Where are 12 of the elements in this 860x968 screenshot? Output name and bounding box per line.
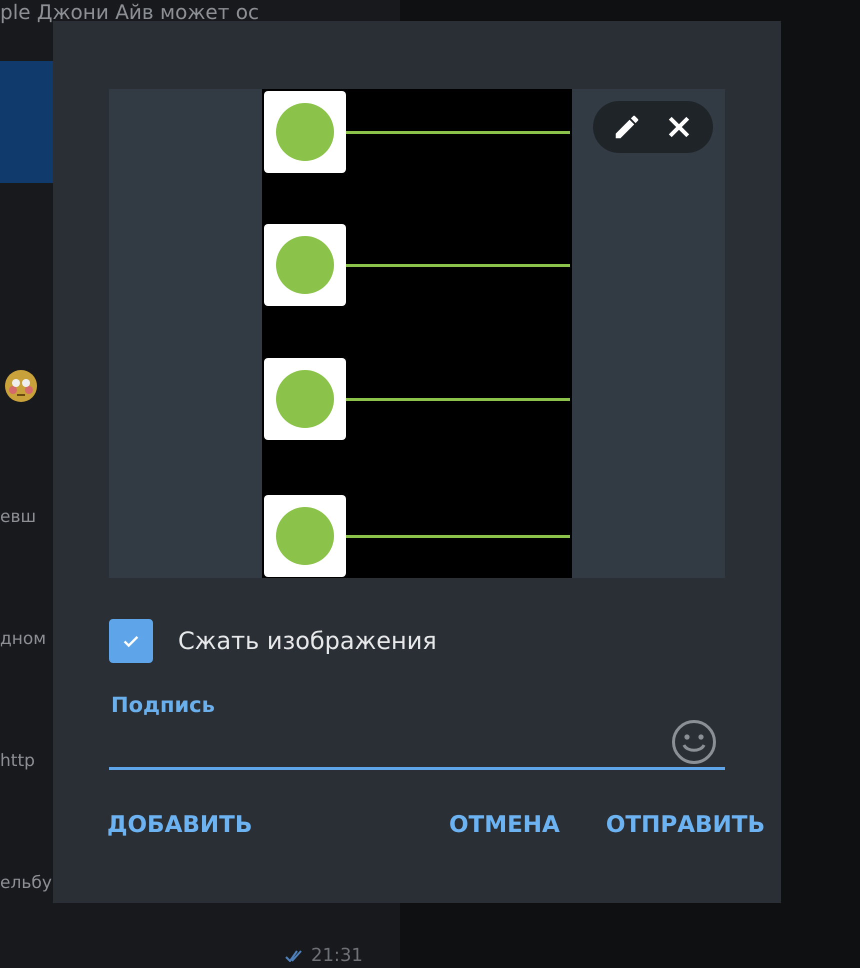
smiley-icon[interactable] <box>671 719 717 765</box>
checkbox-label: Сжать изображения <box>178 627 437 655</box>
message-preview: евш <box>0 507 36 527</box>
message-time: 21:31 <box>311 945 363 966</box>
dialog-button[interactable]: ДОБАВИТЬ <box>97 804 262 846</box>
checkbox[interactable] <box>109 619 153 663</box>
message-preview: ple Джони Айв может ос <box>0 0 259 24</box>
dialog-button[interactable]: ОТПРАВИТЬ <box>596 804 775 846</box>
chat-row[interactable]: 21:31 <box>0 915 400 968</box>
dialog-button[interactable]: ОТМЕНА <box>438 804 570 846</box>
emoji-icon <box>4 369 38 403</box>
caption-field[interactable]: Подпись <box>109 693 725 770</box>
